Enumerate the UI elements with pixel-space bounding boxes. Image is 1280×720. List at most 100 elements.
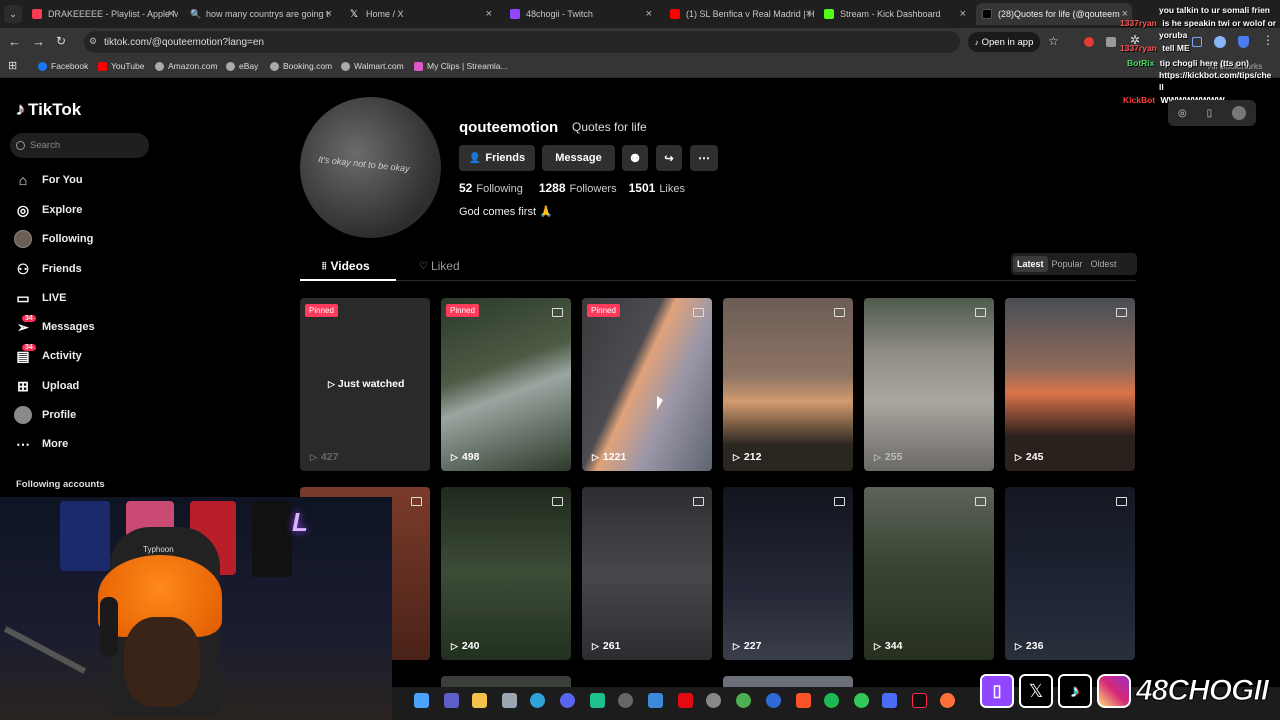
bookmark-amazon[interactable]: Amazon.com (155, 61, 218, 71)
forward-icon[interactable]: → (32, 34, 45, 49)
sort-latest[interactable]: Latest (1013, 256, 1048, 272)
close-icon[interactable]: × (486, 8, 492, 20)
extension-icon[interactable] (1084, 37, 1094, 47)
friends-button[interactable]: 👤 Friends (459, 145, 535, 171)
view-count-text: 344 (884, 640, 903, 652)
video-tile[interactable]: ▷ 261 (582, 487, 712, 660)
sort-popular[interactable]: Popular (1048, 256, 1087, 272)
extension-icon[interactable] (1106, 37, 1116, 47)
close-icon[interactable]: × (806, 8, 812, 20)
following-accounts-heading: Following accounts (16, 479, 105, 490)
video-tile[interactable]: Pinned ▷ 1221 (582, 298, 712, 471)
close-icon[interactable]: × (646, 8, 652, 20)
browser-tab[interactable]: 𝕏 Home / X × (344, 3, 496, 25)
video-tile[interactable]: Pinned ▷ 498 (441, 298, 571, 471)
nav-friends[interactable]: ⚇ Friends (14, 260, 82, 278)
nav-profile[interactable]: Profile (14, 406, 76, 424)
tabs-divider (300, 280, 1136, 281)
browser-tab[interactable]: Stream - Kick Dashboard × (818, 3, 970, 25)
chrome-icon[interactable] (736, 693, 751, 708)
tiktok-icon: ♪ (1058, 674, 1092, 708)
video-tile[interactable]: ▷ 344 (864, 487, 994, 660)
video-tile[interactable]: ▷ 245 (1005, 298, 1135, 471)
share-button[interactable]: ↪ (656, 145, 682, 171)
headphones (100, 597, 118, 657)
google-icon: 🔍 (190, 9, 202, 19)
nav-for-you[interactable]: ⌂ For You (14, 171, 83, 189)
bookmark-streamladder[interactable]: My Clips | Streamla... (414, 61, 508, 71)
app-icon[interactable] (648, 693, 663, 708)
close-icon[interactable]: × (168, 8, 174, 20)
compass-icon[interactable]: ◎ (1178, 108, 1187, 119)
video-tile[interactable]: ▷ 255 (864, 298, 994, 471)
view-count: ▷ 255 (874, 451, 902, 463)
nav-more[interactable]: ⋯ More (14, 435, 68, 453)
nav-following[interactable]: Following (14, 230, 93, 248)
close-icon[interactable]: × (960, 8, 966, 20)
browser-tab[interactable]: 🔍 how many countrys are going t × (184, 3, 336, 25)
file-explorer-icon[interactable] (472, 693, 487, 708)
pinned-badge: Pinned (305, 304, 338, 317)
bookmark-youtube[interactable]: YouTube (98, 61, 144, 71)
site-info-icon[interactable]: ⚙ (89, 36, 97, 47)
spotify-icon[interactable] (824, 693, 839, 708)
store-icon[interactable] (502, 693, 517, 708)
app-icon[interactable] (766, 693, 781, 708)
message-button[interactable]: Message (542, 145, 615, 171)
avatar-icon[interactable] (1232, 106, 1247, 120)
lakers-neon-icon: L (292, 507, 308, 537)
app-icon[interactable] (882, 693, 897, 708)
edge-icon[interactable] (530, 693, 545, 708)
tiktok-logo[interactable]: ♪ TikTok (16, 99, 81, 120)
sort-oldest[interactable]: Oldest (1087, 256, 1121, 272)
netflix-icon[interactable] (678, 693, 693, 708)
phone-icon[interactable]: ▯ (1207, 108, 1213, 119)
video-tile[interactable]: ▷ 227 (723, 487, 853, 660)
firefox-icon[interactable] (940, 693, 955, 708)
browser-tab[interactable]: 48chogii - Twitch × (504, 3, 656, 25)
nav-upload[interactable]: ⊞ Upload (14, 377, 79, 395)
bookmark-facebook[interactable]: Facebook (38, 61, 88, 71)
add-friend-button[interactable]: ⚉ (622, 145, 648, 171)
bookmark-ebay[interactable]: eBay (226, 61, 258, 71)
start-icon[interactable] (414, 693, 429, 708)
bookmark-star-icon[interactable]: ☆ (1048, 34, 1059, 48)
app-icon[interactable] (706, 693, 721, 708)
app-icon[interactable] (854, 693, 869, 708)
video-tile[interactable]: ▷ 240 (441, 487, 571, 660)
browser-tab-active[interactable]: (28)Quotes for life (@qouteem × (976, 3, 1132, 25)
browser-tab[interactable]: (1) SL Benfica v Real Madrid | H × (664, 3, 816, 25)
video-tile[interactable]: Pinned ▷ Just watched ▷ 427 (300, 298, 430, 471)
url-field[interactable]: ⚙ tiktok.com/@qouteemotion?lang=en (84, 31, 960, 53)
tiktok-app-icon[interactable] (912, 693, 927, 708)
bookmark-booking[interactable]: Booking.com (270, 61, 332, 71)
bookmark-walmart[interactable]: Walmart.com (341, 61, 404, 71)
tab-liked[interactable]: ♡ Liked (419, 259, 460, 273)
brave-icon[interactable] (796, 693, 811, 708)
following-count[interactable]: 52 (459, 181, 472, 195)
close-icon[interactable]: × (326, 8, 332, 20)
nav-activity[interactable]: ▤ Activity 34 (14, 344, 82, 365)
apps-icon[interactable]: ⊞ (8, 59, 17, 72)
reload-icon[interactable]: ↻ (56, 34, 66, 48)
followers-count[interactable]: 1288 (539, 181, 566, 195)
app-icon[interactable] (590, 693, 605, 708)
teams-icon[interactable] (444, 693, 459, 708)
open-in-app-button[interactable]: ♪ Open in app (968, 32, 1040, 52)
nav-explore[interactable]: ◎ Explore (14, 201, 82, 219)
back-icon[interactable]: ← (8, 34, 21, 49)
nav-live[interactable]: ▭ LIVE (14, 289, 66, 307)
video-tile[interactable]: ▷ 212 (723, 298, 853, 471)
app-icon[interactable] (618, 693, 633, 708)
chat-message: is he speakin twi or wolof or (1162, 18, 1277, 28)
ellipsis-icon: ⋯ (698, 151, 710, 165)
browser-tab[interactable]: DRAKEEEEE - Playlist - Apple M × (26, 3, 178, 25)
video-tile[interactable]: ▷ 236 (1005, 487, 1135, 660)
nav-messages[interactable]: ➢ Messages 34 (14, 315, 95, 336)
tab-videos[interactable]: ⦙⦙ Videos (322, 259, 370, 273)
discord-icon[interactable] (560, 693, 575, 708)
more-options-button[interactable]: ⋯ (690, 145, 718, 171)
tab-menu-button[interactable]: ⌄ (4, 5, 22, 23)
view-count: ▷ 240 (451, 640, 479, 652)
search-input[interactable]: Search (10, 133, 149, 158)
